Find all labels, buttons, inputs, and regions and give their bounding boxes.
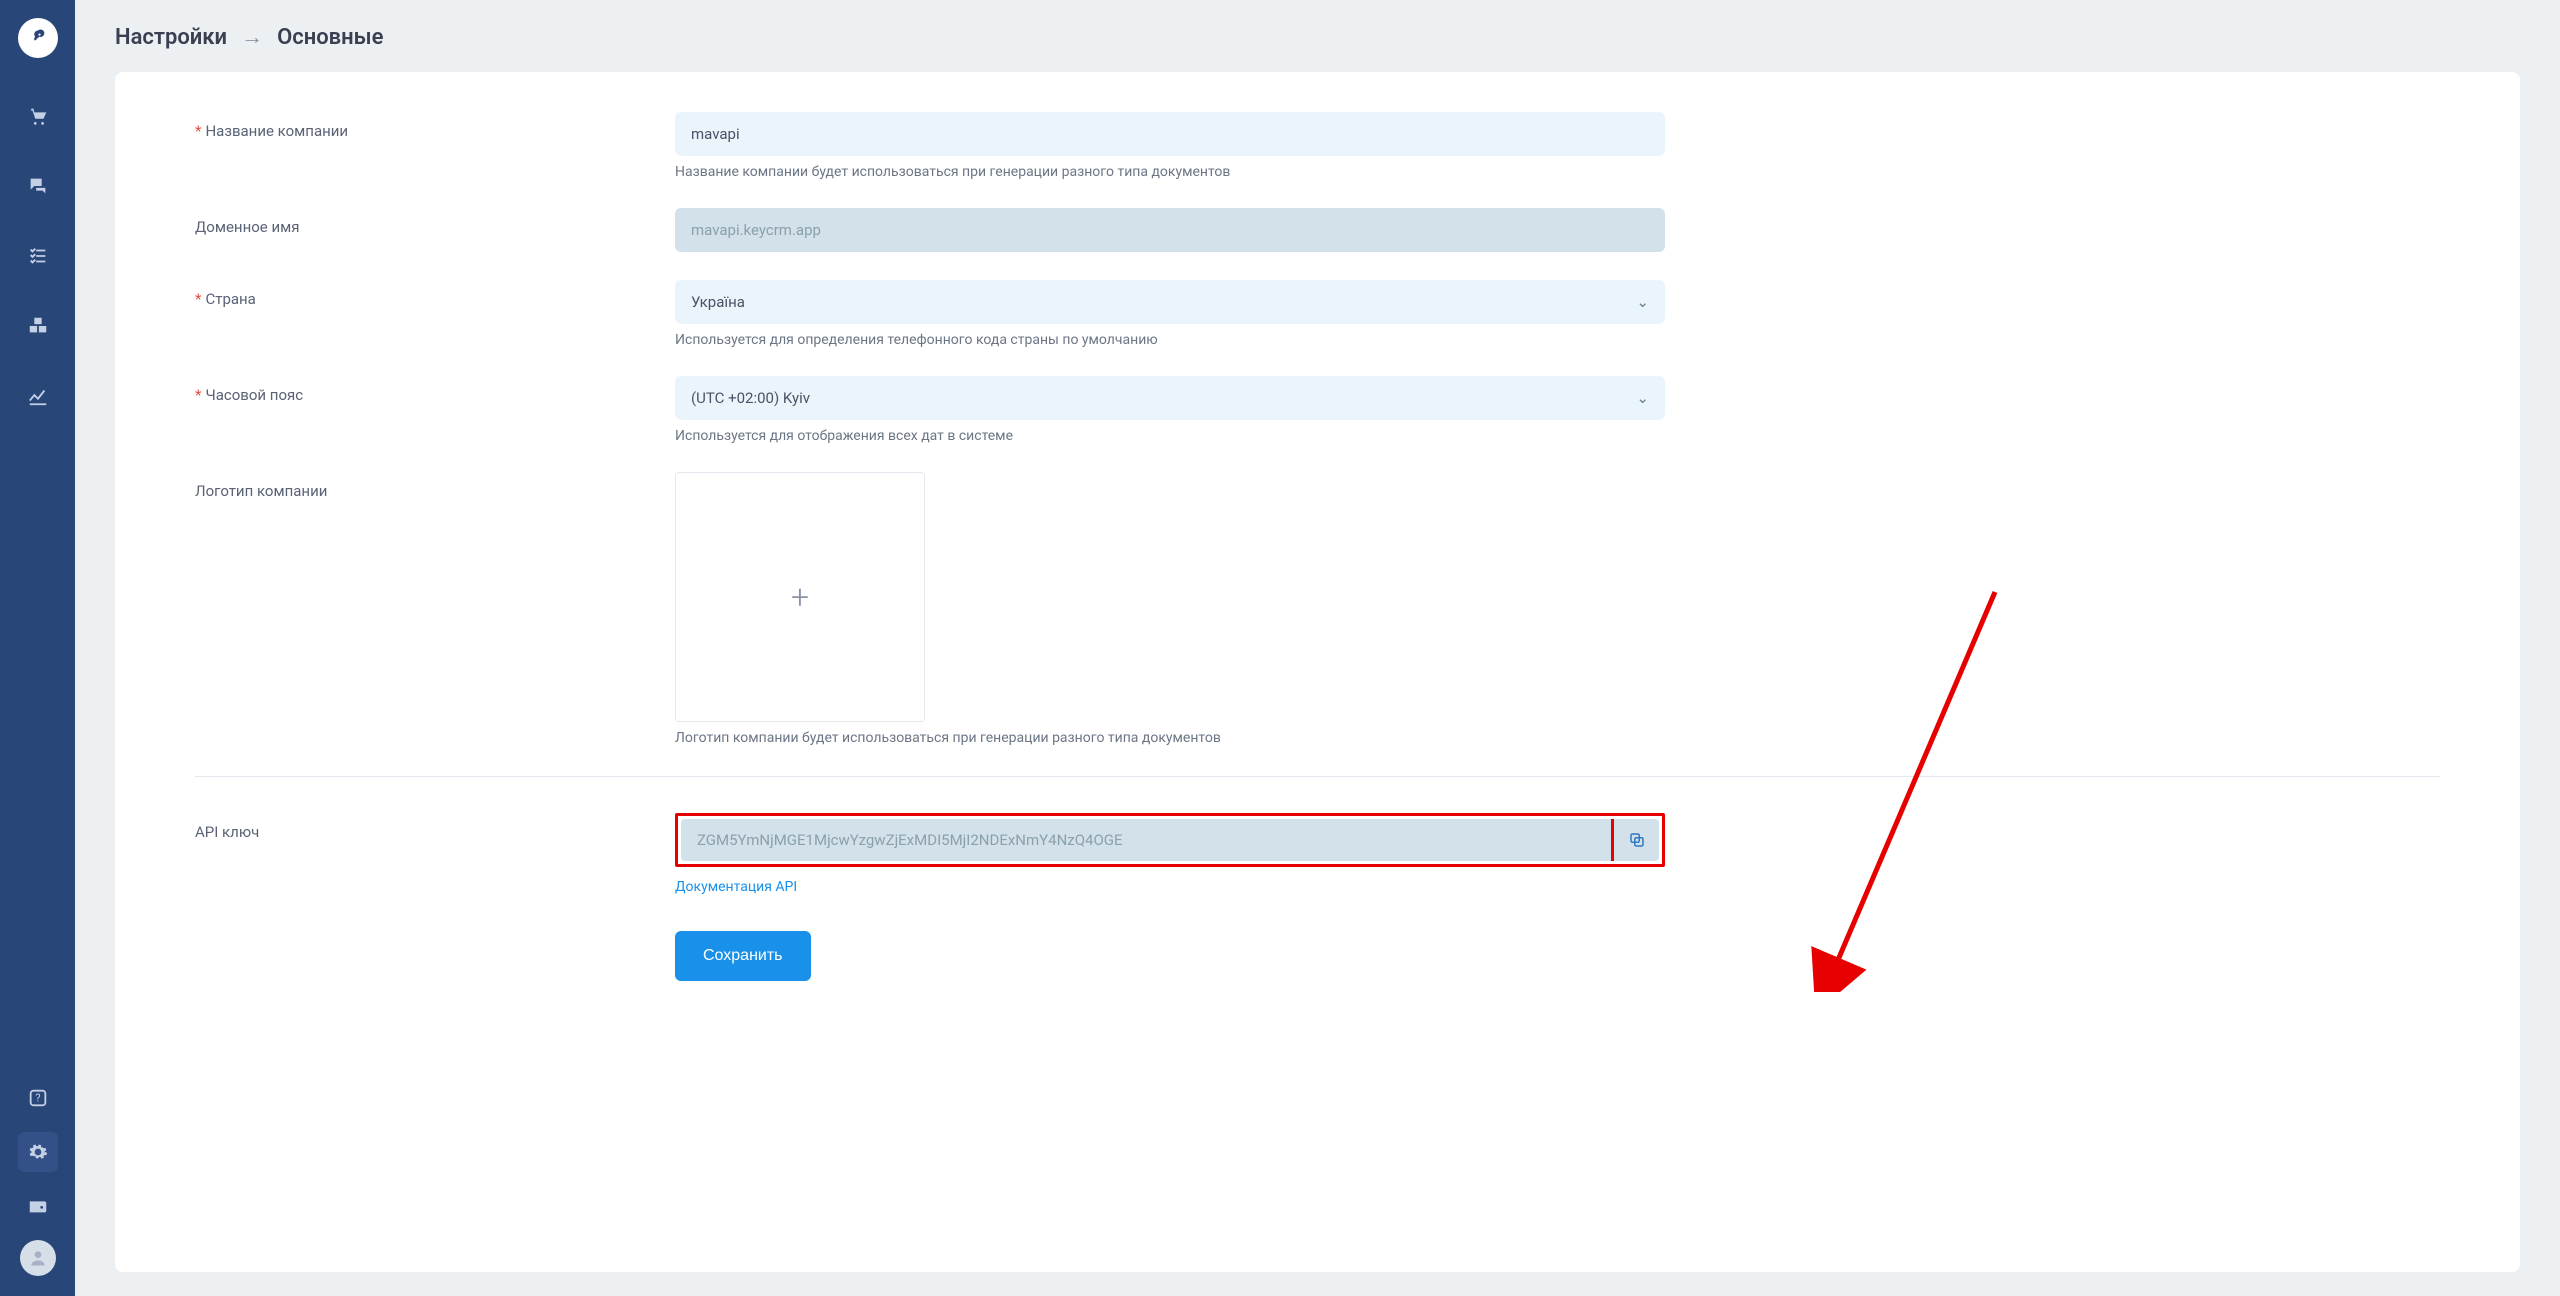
- wallet-icon: [27, 1195, 49, 1217]
- label-country: *Страна: [195, 280, 675, 348]
- chart-icon: [27, 385, 49, 407]
- nav-help[interactable]: ?: [20, 1080, 56, 1116]
- nav-warehouse[interactable]: [20, 308, 56, 344]
- plus-icon: +: [791, 578, 809, 616]
- chat-icon: [27, 175, 49, 197]
- timezone-select[interactable]: (UTC +02:00) Kyiv ⌄: [675, 376, 1665, 420]
- app-logo[interactable]: [18, 18, 58, 58]
- country-hint: Используется для определения телефонного…: [675, 332, 1665, 348]
- copy-api-key-button[interactable]: [1611, 819, 1659, 861]
- divider: [195, 776, 2440, 777]
- nav-chat[interactable]: [20, 168, 56, 204]
- save-button[interactable]: Сохранить: [675, 931, 811, 981]
- user-avatar[interactable]: [20, 1240, 56, 1276]
- country-select[interactable]: Україна ⌄: [675, 280, 1665, 324]
- gear-icon: [28, 1142, 48, 1162]
- breadcrumb-root[interactable]: Настройки: [115, 25, 227, 50]
- nav-wallet[interactable]: [20, 1188, 56, 1224]
- main-content: Настройки → Основные *Название компании …: [75, 0, 2560, 1296]
- chevron-down-icon: ⌄: [1636, 293, 1649, 311]
- sidebar: ?: [0, 0, 75, 1296]
- chevron-right-icon: →: [241, 24, 263, 50]
- nav-analytics[interactable]: [20, 378, 56, 414]
- settings-card: *Название компании mavapi Название компа…: [115, 72, 2520, 1272]
- api-key-highlight: ZGM5YmNjMGE1MjcwYzgwZjExMDI5MjI2NDExNmY4…: [675, 813, 1665, 867]
- nav-settings[interactable]: [18, 1132, 58, 1172]
- nav-cart[interactable]: [20, 98, 56, 134]
- boxes-icon: [27, 315, 49, 337]
- label-domain: Доменное имя: [195, 208, 675, 252]
- logo-hint: Логотип компании будет использоваться пр…: [675, 730, 1665, 746]
- cart-icon: [27, 105, 49, 127]
- label-timezone: *Часовой пояс: [195, 376, 675, 444]
- chevron-down-icon: ⌄: [1636, 389, 1649, 407]
- user-icon: [28, 1248, 48, 1268]
- label-api: API ключ: [195, 813, 675, 981]
- api-doc-link[interactable]: Документация API: [675, 879, 797, 895]
- timezone-hint: Используется для отображения всех дат в …: [675, 428, 1665, 444]
- key-icon: [29, 29, 47, 47]
- nav-tasks[interactable]: [20, 238, 56, 274]
- logo-upload[interactable]: +: [675, 472, 925, 722]
- breadcrumb-current: Основные: [277, 25, 383, 50]
- company-hint: Название компании будет использоваться п…: [675, 164, 1665, 180]
- breadcrumb: Настройки → Основные: [115, 24, 2520, 50]
- api-key-input: ZGM5YmNjMGE1MjcwYzgwZjExMDI5MjI2NDExNmY4…: [681, 819, 1611, 861]
- svg-text:?: ?: [35, 1092, 40, 1105]
- checklist-icon: [27, 245, 49, 267]
- label-logo: Логотип компании: [195, 472, 675, 746]
- domain-input: mavapi.keycrm.app: [675, 208, 1665, 252]
- label-company: *Название компании: [195, 112, 675, 180]
- copy-icon: [1628, 831, 1646, 849]
- help-icon: ?: [27, 1087, 49, 1109]
- company-name-input[interactable]: mavapi: [675, 112, 1665, 156]
